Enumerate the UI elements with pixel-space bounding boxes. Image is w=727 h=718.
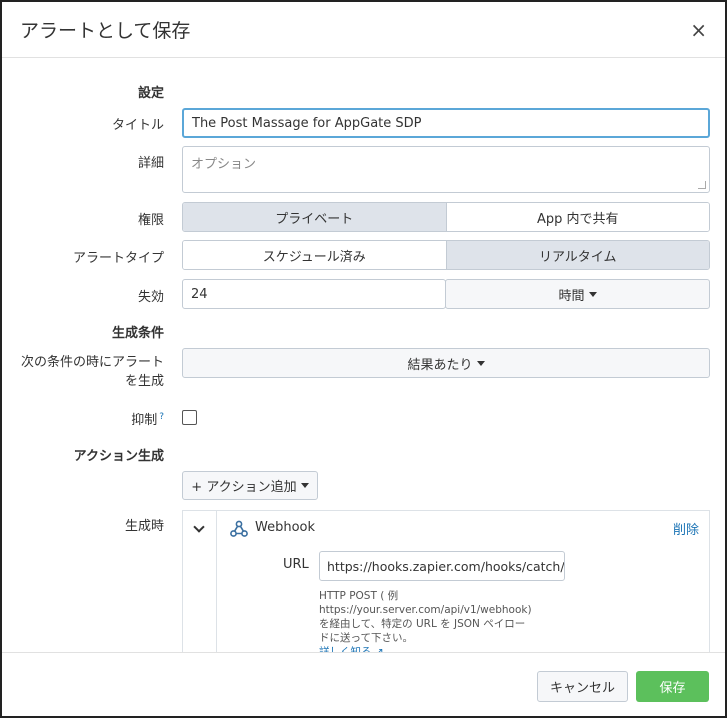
delete-action-link[interactable]: 削除 [673,519,699,538]
expires-unit-label: 時間 [558,288,585,304]
actions-section-label: アクション生成 [73,449,164,464]
close-icon[interactable]: × [690,17,707,43]
caret-down-icon [588,291,597,297]
expires-unit-dropdown[interactable]: 時間 [445,279,710,309]
trigger-condition-label-line2: を生成 [124,374,164,389]
add-action-button[interactable]: + アクション追加 [182,471,318,500]
expires-input[interactable]: 24 [182,279,446,309]
trigger-condition-label-line1: 次の条件の時にアラート [20,355,164,370]
throttle-checkbox[interactable] [182,410,197,425]
expires-label: 失効 [137,290,164,305]
webhook-hint: HTTP POST ( 例 https://your.server.com/ap… [319,589,532,659]
title-input[interactable]: The Post Massage for AppGate SDP [182,108,710,138]
trigger-section-label: 生成条件 [111,326,164,341]
resize-handle-icon[interactable] [698,181,706,189]
panel-divider [216,511,217,671]
webhook-name: Webhook [255,520,316,535]
webhook-action-panel: Webhook 削除 URL https://hooks.zapier.com/… [182,510,710,671]
permission-app-option[interactable]: App 内で共有 [445,203,709,231]
save-button[interactable]: 保存 [636,671,709,702]
caret-down-icon [300,483,309,488]
dialog-footer: キャンセル 保存 [2,652,725,716]
cancel-button[interactable]: キャンセル [537,671,628,702]
trigger-condition-value: 結果あたり [407,357,473,373]
dialog-title: アラートとして保存 [20,20,191,42]
webhook-icon [230,520,248,537]
description-placeholder: オプション [191,157,257,172]
save-as-alert-dialog: アラートとして保存 × 設定 タイトル The Post Massage for… [0,0,727,718]
alert-type-realtime-option[interactable]: リアルタイム [445,241,709,269]
alert-type-scheduled-option[interactable]: スケジュール済み [183,241,446,269]
permission-private-option[interactable]: プライベート [183,203,446,231]
trigger-condition-label: 次の条件の時にアラート を生成 [21,353,164,391]
caret-down-icon [476,360,485,366]
when-triggered-label: 生成時 [124,519,164,534]
title-label: タイトル [111,118,164,133]
description-textarea[interactable]: オプション [182,146,710,193]
dialog-header: アラートとして保存 × [2,2,725,58]
settings-section-label: 設定 [137,86,164,101]
url-label: URL [283,557,309,572]
webhook-url-input[interactable]: https://hooks.zapier.com/hooks/catch/312 [319,551,565,581]
help-icon[interactable]: ? [159,412,164,422]
permission-label: 権限 [137,213,164,228]
throttle-label: 抑制? [131,409,164,428]
throttle-label-text: 抑制 [131,413,158,428]
permission-segmented: プライベート App 内で共有 [182,202,710,232]
alert-type-segmented: スケジュール済み リアルタイム [182,240,710,270]
add-action-label: + アクション追加 [191,480,297,495]
webhook-hint-text: HTTP POST ( 例 https://your.server.com/ap… [319,590,532,644]
trigger-condition-dropdown[interactable]: 結果あたり [182,348,710,378]
alert-type-label: アラートタイプ [72,251,164,266]
chevron-down-icon[interactable] [193,521,205,533]
description-label: 詳細 [137,156,164,171]
